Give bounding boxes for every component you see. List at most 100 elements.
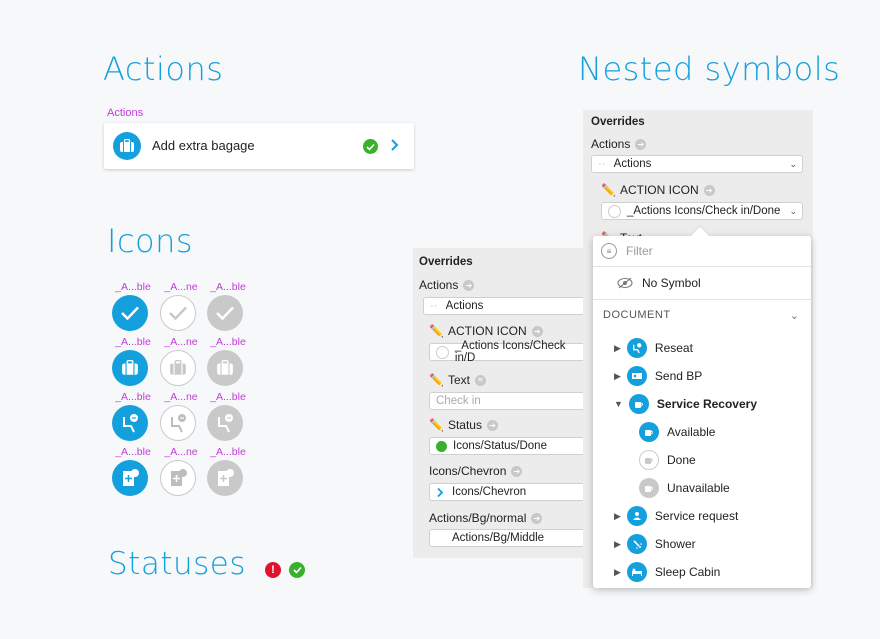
arrow-right-icon[interactable]: ➔ [531,325,543,337]
symbol-item-service-recovery[interactable]: ▼ Service Recovery [593,392,811,416]
disclosure-triangle-icon: ▶ [614,566,621,577]
coffee-cup-icon [639,422,659,442]
icon-cell: _A...ne [159,446,199,498]
boarding-pass-icon [626,366,647,386]
icon-label: _A...ble [210,446,246,458]
check-icon [207,295,243,331]
status-label-text: Status [447,418,482,432]
symbol-item-label: Sleep Cabin [654,565,721,579]
icon-label: _A...ble [115,446,151,458]
divider [593,299,811,300]
filter-input[interactable]: ≡ Filter [593,239,811,263]
arrow-right-icon[interactable]: ➔ [511,465,523,477]
icon-cell: _A...ne [159,391,199,443]
icon-cell: _A...ble [206,336,246,388]
shower-icon [626,534,647,554]
coffee-cup-icon [639,450,659,470]
status-override-label: ✏️ Status ➔ [429,418,498,432]
eye-slash-icon [617,277,633,289]
icon-cell: _A...ble [206,281,246,333]
icon-label: _A...ble [210,391,246,403]
action-icon-override-label: ✏️ ACTION ICON ➔ [429,324,543,338]
arrow-right-icon[interactable]: ➔ [531,512,543,524]
document-plus-icon [160,460,196,496]
icon-cell: _A...ble [111,336,151,388]
disclosure-triangle-icon: ▶ [614,510,621,521]
luggage-icon [113,132,141,160]
status-done-icon [289,562,305,578]
bed-icon [626,562,647,582]
action-icon-select-value: _Actions Icons/Check in/Done [627,205,781,217]
symbol-item-sleep-cabin[interactable]: ▶ Sleep Cabin [593,560,811,584]
chevron-select-value: Icons/Chevron [452,486,527,498]
action-card-text: Add extra bagage [152,138,255,153]
symbol-item-reseat[interactable]: ▶ Reseat [593,336,811,360]
symbol-item-available[interactable]: Available [593,420,811,444]
section-document[interactable]: DOCUMENT ⌄ [593,303,811,327]
action-icon-label-text: ACTION ICON [447,324,527,338]
symbol-item-unavailable[interactable]: Unavailable [593,476,811,500]
symbol-item-label: Available [667,425,716,439]
chevron-select[interactable]: Icons/Chevron [429,483,589,501]
stack-icon[interactable]: ≋ [474,374,486,386]
actions-override-label: Actions ➔ [419,278,475,292]
actions-select[interactable]: ·· Actions [423,297,589,315]
icon-cell: _A...ble [206,446,246,498]
icons-heading: Icons [107,222,194,260]
arrow-right-icon[interactable]: ➔ [463,279,475,291]
icon-cell: _A...ble [111,281,151,333]
symbol-item-label: Send BP [654,369,703,383]
icon-cell: _A...ble [206,391,246,443]
no-symbol-item[interactable]: No Symbol [593,271,811,295]
section-document-label: DOCUMENT [603,309,671,321]
status-error-icon: ! [265,562,281,578]
seat-icon [112,405,148,441]
icon-label: _A...ble [115,281,151,293]
icon-label: _A...ble [210,281,246,293]
service-request-icon [626,506,647,526]
chevron-down-icon: ⌄ [789,205,797,216]
check-outline-icon [608,204,621,218]
seat-icon [160,405,196,441]
divider [593,266,811,267]
action-card[interactable]: Add extra bagage [104,123,414,169]
filter-placeholder: Filter [626,244,653,258]
action-icon-select[interactable]: _Actions Icons/Check in/Done ⌄ [601,202,803,220]
chevron-down-icon: ⌄ [789,158,797,169]
filter-icon: ≡ [601,243,617,259]
bg-label-text: Actions/Bg/normal [429,511,527,525]
symbol-item-label: Service Recovery [656,397,757,411]
seat-icon [207,405,243,441]
icon-cell: _A...ble [111,446,151,498]
disclosure-triangle-icon: ▶ [614,342,621,353]
pencil-icon: ✏️ [429,324,444,338]
arrow-right-icon[interactable]: ➔ [486,419,498,431]
disclosure-triangle-expanded-icon: ▼ [614,399,623,409]
luggage-icon [160,350,196,386]
status-select-value: Icons/Status/Done [453,440,547,452]
bg-select[interactable]: Actions/Bg/Middle [429,529,589,547]
icon-label: _A...ne [164,391,198,403]
symbol-item-shower[interactable]: ▶ Shower [593,532,811,556]
overrides-title: Overrides [591,116,645,128]
chevron-right-icon[interactable] [390,138,399,157]
actions-override-label: Actions ➔ [591,137,647,151]
actions-select[interactable]: ·· Actions ⌄ [591,155,803,173]
symbol-item-done[interactable]: Done [593,448,811,472]
icon-label: _A...ne [164,446,198,458]
arrow-right-icon[interactable]: ➔ [635,138,647,150]
chevron-override-label: Icons/Chevron ➔ [429,464,523,478]
symbol-item-service-request[interactable]: ▶ Service request [593,504,811,528]
overrides-panel-left: Overrides Actions ➔ ·· Actions ✏️ ACTION IC… [413,248,589,558]
action-icon-override-label: ✏️ ACTION ICON ➔ [601,183,715,197]
pencil-icon: ✏️ [429,418,444,432]
coffee-cup-icon [639,478,659,498]
symbol-item-send-bp[interactable]: ▶ Send BP [593,364,811,388]
arrow-right-icon[interactable]: ➔ [703,184,715,196]
actions-label-text: Actions [591,137,631,151]
actions-symbol-label: Actions [107,107,144,119]
text-input[interactable]: Check in [429,392,589,410]
action-icon-select[interactable]: _Actions Icons/Check in/D [429,340,589,364]
bg-select-value: Actions/Bg/Middle [452,532,545,544]
status-select[interactable]: Icons/Status/Done [429,437,589,455]
